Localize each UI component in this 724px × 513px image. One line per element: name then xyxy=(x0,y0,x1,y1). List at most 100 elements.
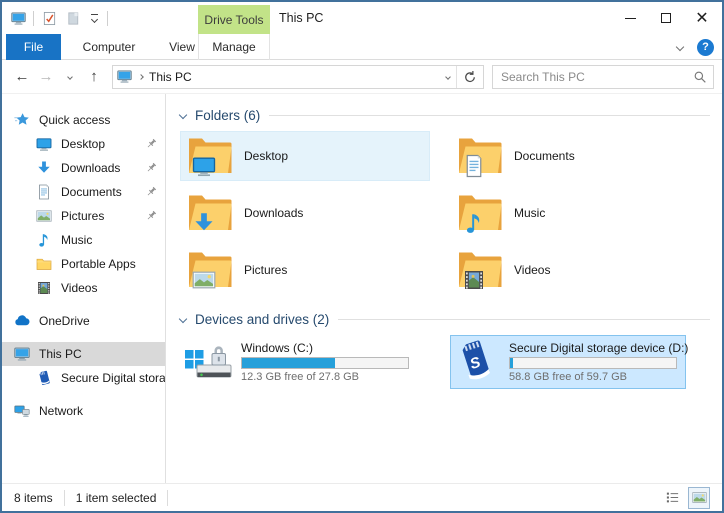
address-bar[interactable]: This PC xyxy=(112,65,484,89)
contextual-tab-drive-tools[interactable]: Drive Tools xyxy=(198,5,270,34)
sidebar-item-quick-access[interactable]: Quick access xyxy=(2,108,165,132)
film-icon xyxy=(36,280,52,296)
this-pc-icon xyxy=(11,11,26,26)
collapse-group-icon xyxy=(179,111,187,119)
drive-info: Windows (C:)12.3 GB free of 27.8 GB xyxy=(241,341,409,383)
pin-icon xyxy=(145,186,157,201)
collapse-ribbon-button[interactable] xyxy=(675,42,685,52)
free-space-text: 58.8 GB free of 59.7 GB xyxy=(509,371,688,383)
thumbnail-view-button[interactable] xyxy=(688,487,710,509)
sidebar-item-documents[interactable]: Documents xyxy=(2,180,165,204)
capacity-bar xyxy=(241,357,409,369)
sidebar-item-desktop[interactable]: Desktop xyxy=(2,132,165,156)
collapse-group-icon xyxy=(179,315,187,323)
folder-tile-label: Music xyxy=(514,206,545,220)
view-switcher xyxy=(661,487,710,509)
close-button[interactable]: ✕ xyxy=(684,2,720,34)
divider xyxy=(167,490,168,506)
folder-tile-label: Videos xyxy=(514,263,550,277)
free-space-text: 12.3 GB free of 27.8 GB xyxy=(241,371,409,383)
folder-tile-label: Desktop xyxy=(244,149,288,163)
music-note-icon xyxy=(36,232,52,248)
sidebar-item-secure-digital-storage[interactable]: Secure Digital storage xyxy=(2,366,165,390)
customize-caret-icon xyxy=(90,14,99,22)
help-button[interactable]: ? xyxy=(697,39,714,56)
group-header-folders[interactable]: Folders (6) xyxy=(180,104,722,126)
qat-customize-button[interactable] xyxy=(89,13,100,23)
new-item-icon xyxy=(66,11,81,26)
maximize-icon xyxy=(661,13,671,23)
picture-icon xyxy=(192,268,216,292)
drive-tile-d[interactable]: SSecure Digital storage device (D:)58.8 … xyxy=(450,335,686,389)
window-controls: ✕ xyxy=(612,2,720,34)
folder-tile-pictures[interactable]: Pictures xyxy=(180,245,430,295)
forward-button[interactable]: → xyxy=(34,65,58,89)
details-view-button[interactable] xyxy=(661,487,683,509)
search-input[interactable] xyxy=(499,69,693,85)
folder-tile-label: Pictures xyxy=(244,263,287,277)
folder-tile-documents[interactable]: Documents xyxy=(450,131,700,181)
sidebar-item-music[interactable]: Music xyxy=(2,228,165,252)
drives-grid: Windows (C:)12.3 GB free of 27.8 GB SSecu… xyxy=(180,335,722,389)
folders-grid: Desktop Documents Downloads Music Pictures Vi… xyxy=(180,131,722,295)
contextual-tab-column: Manage xyxy=(198,34,270,60)
sidebar-item-label: Documents xyxy=(61,185,122,199)
network-icon xyxy=(14,403,30,419)
refresh-button[interactable] xyxy=(461,68,479,86)
group-header-devices[interactable]: Devices and drives (2) xyxy=(180,308,722,330)
minimize-icon xyxy=(625,18,636,19)
recent-locations-button[interactable] xyxy=(58,65,82,89)
tab-computer[interactable]: Computer xyxy=(64,34,154,60)
document-icon xyxy=(36,184,52,200)
drive-tile-c[interactable]: Windows (C:)12.3 GB free of 27.8 GB xyxy=(180,335,416,389)
address-dropdown-button[interactable] xyxy=(444,73,452,81)
sidebar-item-label: Music xyxy=(61,233,92,247)
maximize-button[interactable] xyxy=(648,2,684,34)
folder-tile-label: Downloads xyxy=(244,206,303,220)
capacity-bar xyxy=(509,357,677,369)
folder-tile-music[interactable]: Music xyxy=(450,188,700,238)
search-box xyxy=(492,65,714,89)
sidebar-item-label: OneDrive xyxy=(39,314,90,328)
breadcrumb-location[interactable]: This PC xyxy=(149,70,192,84)
sidebar-item-this-pc[interactable]: This PC xyxy=(2,342,165,366)
details-view-icon xyxy=(665,490,680,505)
up-button[interactable]: ↑ xyxy=(82,65,106,89)
sidebar-item-label: Pictures xyxy=(61,209,104,223)
back-arrow-icon: ← xyxy=(15,68,30,85)
sidebar-item-videos[interactable]: Videos xyxy=(2,276,165,300)
tab-manage[interactable]: Manage xyxy=(199,34,269,60)
sidebar-item-pictures[interactable]: Pictures xyxy=(2,204,165,228)
drive-info: Secure Digital storage device (D:)58.8 G… xyxy=(509,341,688,383)
tab-file[interactable]: File xyxy=(6,34,61,60)
monitor-icon xyxy=(36,136,52,152)
minimize-button[interactable] xyxy=(612,2,648,34)
back-button[interactable]: ← xyxy=(10,65,34,89)
divider xyxy=(456,66,457,88)
folder-tile-videos[interactable]: Videos xyxy=(450,245,700,295)
group-title: Devices and drives (2) xyxy=(195,312,329,327)
this-pc-icon xyxy=(117,69,132,84)
chevron-down-icon xyxy=(67,74,73,80)
folder-tile-downloads[interactable]: Downloads xyxy=(180,188,430,238)
sidebar-item-label: Videos xyxy=(61,281,97,295)
sidebar-item-portable-apps[interactable]: Portable Apps xyxy=(2,252,165,276)
qat-properties-button[interactable] xyxy=(41,10,58,27)
sidebar-item-onedrive[interactable]: OneDrive xyxy=(2,309,165,333)
group-rule xyxy=(269,115,710,116)
sidebar-item-network[interactable]: Network xyxy=(2,399,165,423)
pin-icon xyxy=(145,162,157,177)
search-icon[interactable] xyxy=(693,70,707,84)
sidebar-item-label: Portable Apps xyxy=(61,257,136,271)
window-body: Quick accessDesktopDownloadsDocumentsPic… xyxy=(2,94,722,483)
sidebar-item-downloads[interactable]: Downloads xyxy=(2,156,165,180)
address-bar-row: ← → ↑ This PC xyxy=(2,60,722,94)
sidebar-item-label: Downloads xyxy=(61,161,120,175)
sidebar-item-label: Secure Digital storage xyxy=(61,371,166,385)
close-icon: ✕ xyxy=(695,8,708,28)
ribbon-right-controls: ? xyxy=(675,34,714,60)
computer-icon xyxy=(14,346,30,362)
qat-new-item-button[interactable] xyxy=(65,10,82,27)
folder-tile-desktop[interactable]: Desktop xyxy=(180,131,430,181)
selection-count: 1 item selected xyxy=(76,491,157,505)
